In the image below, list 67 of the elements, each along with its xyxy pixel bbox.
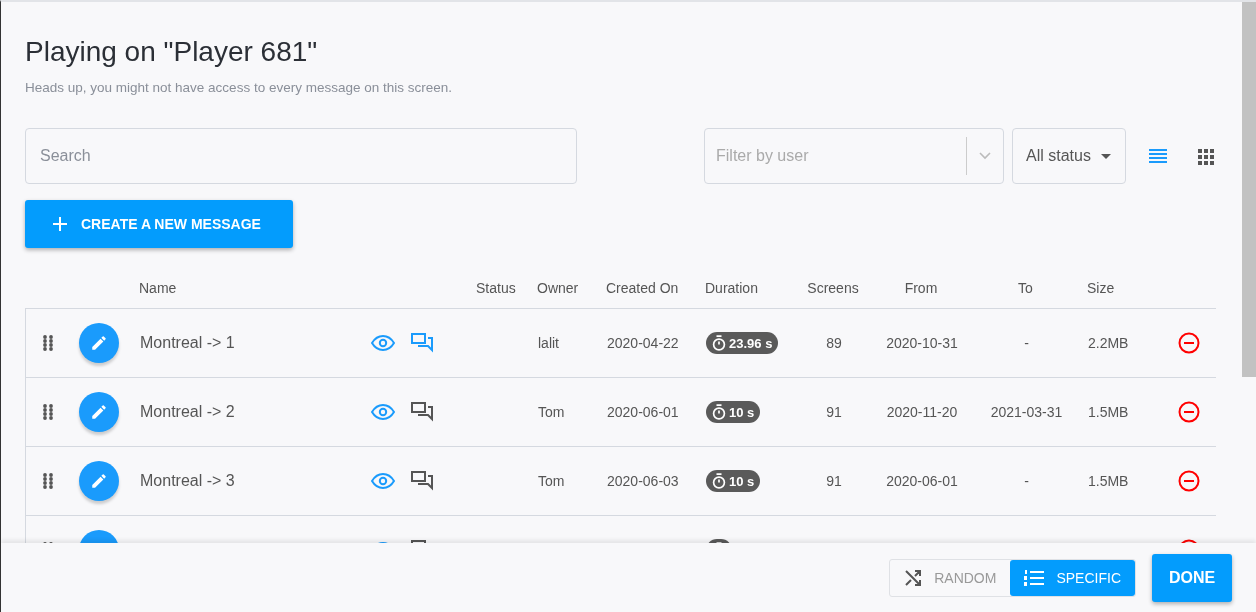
scrollbar-thumb[interactable] xyxy=(1242,2,1256,377)
column-header: Duration xyxy=(705,280,758,296)
table-cell: Tom xyxy=(538,404,565,420)
remove-icon[interactable] xyxy=(1177,401,1200,423)
table-cell: lalit xyxy=(538,335,559,351)
table-cell: 2020-06-01 xyxy=(607,404,679,420)
shuffle-icon xyxy=(904,568,923,587)
pencil-icon xyxy=(90,334,108,352)
status-dropdown[interactable]: All status xyxy=(1012,128,1126,184)
numbered-list-icon xyxy=(1024,568,1045,587)
grid-view-icon[interactable] xyxy=(1198,147,1216,165)
drag-handle-icon[interactable] xyxy=(42,335,53,351)
remove-icon[interactable] xyxy=(1177,332,1200,354)
notice-text: Heads up, you might not have access to every message on this screen. xyxy=(25,80,453,95)
caret-icon xyxy=(1100,153,1111,159)
table-cell: 2021-03-31 xyxy=(990,404,1063,420)
table-cell: 1.5MB xyxy=(1088,473,1129,489)
drag-handle-icon[interactable] xyxy=(42,473,53,489)
stopwatch-icon xyxy=(712,404,726,420)
user-filter-input[interactable]: Filter by user xyxy=(705,147,966,165)
user-filter-dropdown[interactable]: Filter by user xyxy=(704,128,1004,184)
table-cell: 2020-10-31 xyxy=(886,335,958,351)
pencil-icon xyxy=(90,403,108,421)
remove-icon[interactable] xyxy=(1177,470,1200,492)
stopwatch-icon xyxy=(712,335,726,351)
message-name[interactable]: Montreal -> 3 xyxy=(140,472,235,490)
duration-badge: 10 s xyxy=(706,470,761,492)
table-cell: - xyxy=(1024,335,1029,351)
column-header: Size xyxy=(1087,280,1115,296)
stopwatch-icon xyxy=(712,473,726,489)
chevron-down-icon xyxy=(979,152,991,160)
chat-bubbles-icon[interactable] xyxy=(411,471,433,491)
table-cell: Tom xyxy=(538,473,565,489)
list-view-icon[interactable] xyxy=(1149,147,1167,165)
table-cell: - xyxy=(1024,473,1029,489)
column-header: To xyxy=(1018,280,1033,296)
table-cell: 89 xyxy=(826,335,842,351)
edit-button[interactable] xyxy=(79,461,119,501)
eye-icon[interactable] xyxy=(371,335,395,351)
column-header: Owner xyxy=(537,280,579,296)
duration-badge: 10 s xyxy=(706,401,761,423)
pencil-icon xyxy=(90,472,108,490)
table-cell: 2020-04-22 xyxy=(607,335,679,351)
column-header: Created On xyxy=(606,280,679,296)
edit-button[interactable] xyxy=(79,323,119,363)
edit-button[interactable] xyxy=(79,392,119,432)
message-name[interactable]: Montreal -> 1 xyxy=(140,334,235,352)
search-field[interactable]: Search xyxy=(25,128,577,184)
column-header: Status xyxy=(476,280,516,296)
eye-icon[interactable] xyxy=(371,473,395,489)
drag-handle-icon[interactable] xyxy=(42,404,53,420)
page-title: Playing on "Player 681" xyxy=(25,36,319,68)
column-header: From xyxy=(904,280,938,296)
table-cell: 91 xyxy=(826,473,842,489)
table-cell: 1.5MB xyxy=(1088,404,1129,420)
column-header: Screens xyxy=(807,280,859,296)
chat-bubbles-icon[interactable] xyxy=(411,402,433,422)
duration-badge: 23.96 s xyxy=(706,332,779,354)
message-name[interactable]: Montreal -> 2 xyxy=(140,403,235,421)
column-header: Name xyxy=(139,280,177,296)
plus-icon xyxy=(53,217,67,231)
table-cell: 2020-06-03 xyxy=(607,473,679,489)
table-cell: 91 xyxy=(826,404,842,420)
table-cell: 2020-11-20 xyxy=(886,404,958,420)
table-cell: 2.2MB xyxy=(1088,335,1129,351)
eye-icon[interactable] xyxy=(371,404,395,420)
table-cell: 2020-06-01 xyxy=(886,473,958,489)
